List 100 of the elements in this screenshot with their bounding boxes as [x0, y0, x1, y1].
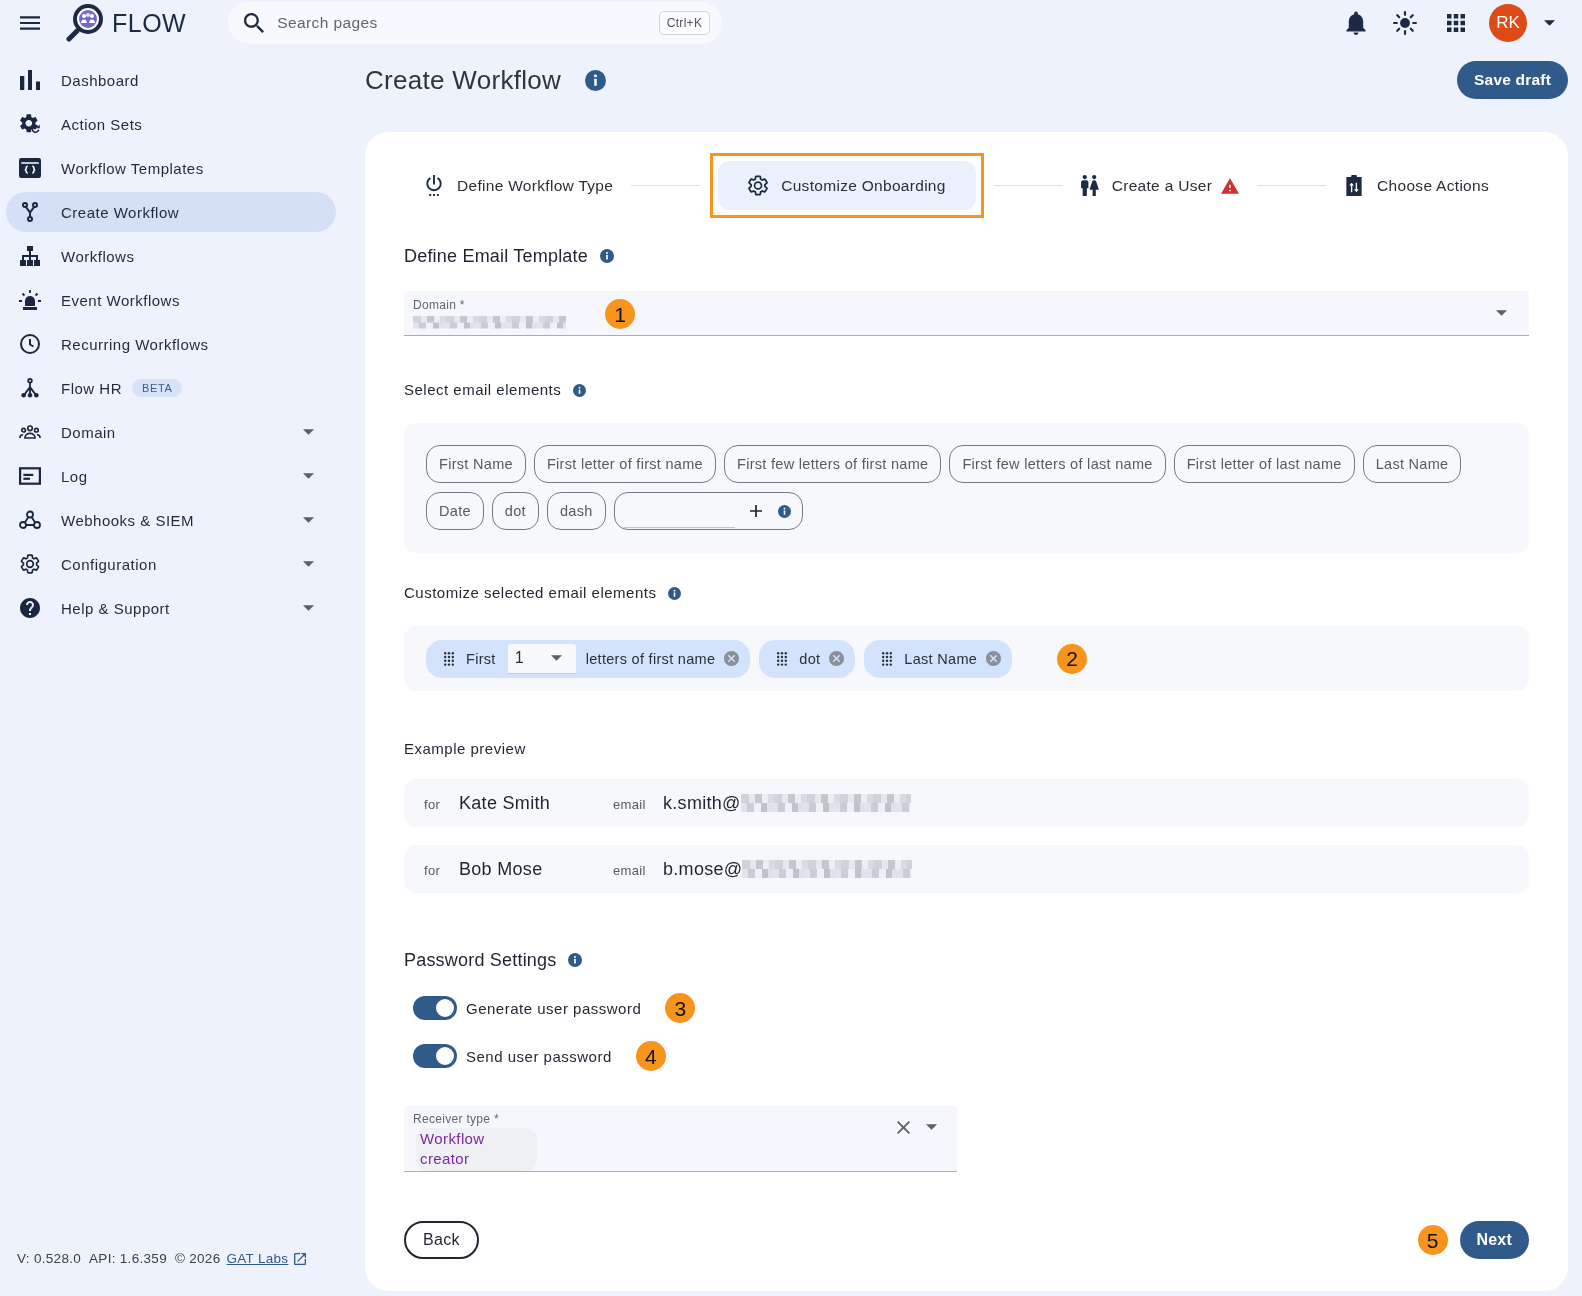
sidebar-item[interactable]: Action Sets — [6, 104, 336, 144]
receiver-type-select[interactable]: Receiver type * Workflow creator — [404, 1106, 957, 1172]
caret-icon[interactable] — [1544, 20, 1555, 26]
sidebar-item[interactable]: Configuration — [6, 544, 336, 584]
drag-handle-icon[interactable] — [882, 651, 893, 666]
stepper-step[interactable]: Choose Actions — [1336, 153, 1497, 218]
element-chip[interactable]: Last Name — [1362, 445, 1462, 483]
section-heading: Customize selected email elements — [404, 583, 657, 603]
email-value: b.mose@ — [663, 858, 743, 880]
sidebar-item[interactable]: Workflows — [6, 236, 336, 276]
sidebar-item[interactable]: Create Workflow — [6, 192, 336, 232]
gear-refresh-icon — [19, 114, 41, 134]
stepper-step[interactable]: Define Workflow Type — [416, 153, 622, 218]
clock-icon — [19, 334, 41, 354]
annotation-badge: 3 — [665, 993, 696, 1023]
toggle-switch[interactable] — [413, 996, 457, 1020]
apps-grid-icon[interactable] — [1447, 14, 1465, 32]
custom-element-box[interactable] — [613, 492, 803, 530]
menu-icon[interactable] — [20, 16, 40, 30]
caret-icon — [550, 655, 562, 661]
sidebar-item[interactable]: Recurring Workflows — [6, 324, 336, 364]
caret-icon[interactable] — [303, 473, 314, 479]
sitemap-icon — [19, 246, 41, 266]
search-icon — [244, 13, 265, 33]
element-chip[interactable]: dot — [491, 492, 539, 530]
info-icon[interactable] — [599, 249, 614, 263]
toggle-label: Generate user password — [466, 999, 642, 1017]
people-group-icon — [19, 422, 41, 442]
sidebar-item[interactable]: Event Workflows — [6, 280, 336, 320]
caret-icon[interactable] — [926, 1124, 937, 1130]
annotation-badge: 4 — [635, 1041, 666, 1071]
shortcut-key: Ctrl+K — [658, 11, 711, 35]
save-draft-button[interactable]: Save draft — [1457, 61, 1568, 99]
api-version-text: API: 1.6.359 — [89, 1251, 167, 1266]
webhook-icon — [19, 510, 41, 530]
app-name: FLOW — [112, 8, 187, 38]
page-title: Create Workflow — [365, 64, 562, 96]
info-icon[interactable] — [573, 383, 587, 397]
fork-icon — [19, 202, 41, 222]
card-icon — [19, 466, 41, 486]
section-heading: Define Email Template — [404, 245, 588, 268]
bell-icon[interactable] — [1346, 11, 1366, 35]
email-label: email — [613, 862, 647, 878]
add-icon[interactable] — [749, 505, 762, 517]
sidebar-item[interactable]: Log — [6, 456, 336, 496]
caret-icon[interactable] — [303, 429, 314, 435]
caret-icon — [1496, 310, 1507, 316]
avatar[interactable]: RK — [1489, 4, 1527, 42]
search-field[interactable]: Search pages Ctrl+K — [228, 2, 723, 44]
siren-icon — [19, 290, 41, 310]
person-name: Bob Mose — [459, 858, 544, 880]
selected-element-chip[interactable]: dot — [759, 639, 856, 678]
sidebar-item[interactable]: Domain — [6, 412, 336, 452]
person-name: Kate Smith — [459, 792, 552, 814]
sidebar-item[interactable]: Flow HR BETA — [6, 368, 336, 408]
info-icon[interactable] — [585, 69, 607, 91]
drag-handle-icon[interactable] — [444, 651, 454, 666]
code-window-icon — [19, 158, 41, 178]
annotation-badge: 2 — [1057, 643, 1088, 674]
info-icon[interactable] — [668, 586, 682, 600]
stepper-step[interactable]: Create a User — [1072, 153, 1248, 218]
drag-handle-icon[interactable] — [777, 651, 788, 666]
search-input[interactable]: Search pages — [277, 10, 659, 36]
count-select[interactable]: 1 — [507, 643, 576, 674]
element-chip[interactable]: First letter of first name — [533, 445, 716, 483]
sidebar-item[interactable]: Webhooks & SIEM — [6, 500, 336, 540]
element-chip[interactable]: First few letters of last name — [949, 445, 1166, 483]
clipboard-arrows-icon — [1344, 175, 1365, 196]
settings-icon — [748, 175, 769, 196]
help-icon — [19, 598, 41, 618]
for-label: for — [424, 862, 442, 878]
element-chip[interactable]: dash — [546, 492, 606, 530]
info-icon[interactable] — [568, 953, 583, 967]
company-link[interactable]: GAT Labs — [226, 1251, 289, 1266]
caret-icon[interactable] — [303, 517, 314, 523]
element-chip[interactable]: First Name — [426, 445, 526, 483]
toggle-label: Send user password — [466, 1047, 612, 1065]
sun-icon[interactable] — [1393, 11, 1417, 35]
copyright-text: © 2026 — [174, 1251, 221, 1266]
close-icon[interactable] — [897, 1120, 910, 1134]
toggle-switch[interactable] — [413, 1044, 457, 1068]
section-heading: Password Settings — [404, 949, 557, 972]
next-button[interactable]: Next — [1459, 1221, 1529, 1259]
settings-icon — [19, 554, 41, 574]
element-chip[interactable]: Date — [426, 492, 484, 530]
caret-icon[interactable] — [303, 605, 314, 611]
element-chip[interactable]: First few letters of first name — [723, 445, 942, 483]
selected-element-chip[interactable]: First 1 letters of first name — [426, 639, 751, 678]
back-button[interactable]: Back — [404, 1221, 479, 1259]
power-icon — [424, 175, 444, 196]
sidebar-item[interactable]: Dashboard — [6, 60, 336, 100]
element-chip[interactable]: First letter of last name — [1173, 445, 1355, 483]
stepper-step[interactable]: Customize Onboarding — [710, 153, 984, 218]
sidebar-item[interactable]: Help & Support — [6, 588, 336, 628]
sidebar-item[interactable]: Workflow Templates — [6, 148, 336, 188]
external-link-icon[interactable] — [294, 1252, 307, 1265]
info-icon[interactable] — [777, 504, 791, 518]
node-tree-icon — [19, 378, 41, 398]
selected-element-chip[interactable]: Last Name — [864, 639, 1013, 678]
caret-icon[interactable] — [303, 561, 314, 567]
